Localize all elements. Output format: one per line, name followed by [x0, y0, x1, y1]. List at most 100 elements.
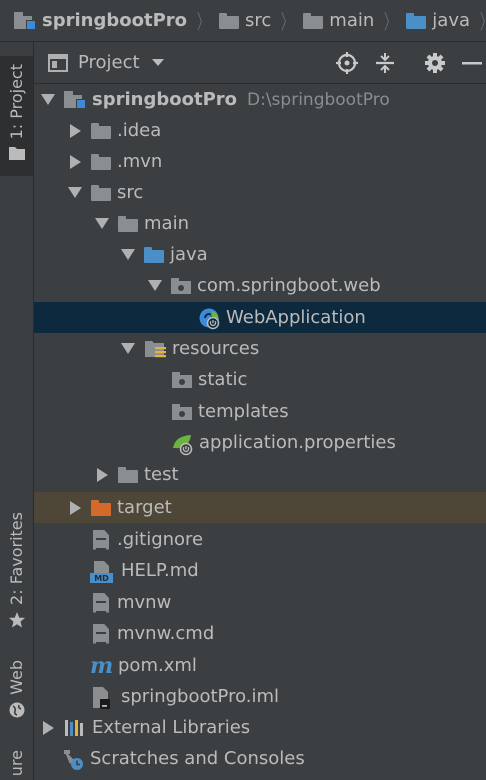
gear-icon[interactable]	[424, 52, 446, 74]
node-label: .mvn	[117, 151, 163, 172]
breadcrumb-label: springbootPro	[42, 10, 188, 31]
favorites-tool-button[interactable]: 2: Favorites	[0, 512, 33, 636]
tree-node-iml[interactable]: springbootPro.iml	[34, 681, 486, 712]
folder-icon	[172, 371, 192, 388]
module-file-icon	[90, 686, 115, 709]
tree-node-project-root[interactable]: springbootPro D:\springbootPro	[34, 84, 486, 115]
package-icon	[171, 277, 191, 294]
tree-node-test[interactable]: test	[34, 459, 486, 490]
node-label: Scratches and Consoles	[90, 748, 305, 769]
node-label: .idea	[117, 120, 162, 141]
expand-toggle-icon[interactable]	[65, 152, 85, 172]
chevron-right-icon: 〉	[197, 10, 210, 34]
md-badge-text: MD	[94, 574, 109, 583]
source-folder-icon	[144, 246, 164, 263]
project-view-icon	[48, 53, 68, 72]
folder-icon	[91, 184, 111, 201]
resources-folder-icon	[144, 338, 166, 360]
breadcrumb-label: src	[245, 10, 272, 31]
favorites-tool-label: 2: Favorites	[7, 512, 26, 605]
text-file-icon	[93, 592, 109, 613]
locate-icon[interactable]	[336, 52, 358, 74]
project-panel-header: Project	[34, 42, 486, 84]
expand-toggle-icon[interactable]	[145, 276, 165, 296]
node-label: resources	[172, 338, 260, 359]
source-folder-icon	[406, 12, 427, 29]
node-label: springbootPro.iml	[121, 686, 280, 707]
breadcrumb-label: java	[432, 10, 470, 31]
project-tool-label: 1: Project	[7, 64, 26, 140]
collapse-all-icon[interactable]	[374, 52, 396, 74]
structure-tool-label: ure	[7, 750, 26, 777]
globe-icon	[9, 702, 24, 718]
tree-node-gitignore[interactable]: .gitignore	[34, 524, 486, 555]
tree-node-templates[interactable]: templates	[34, 396, 486, 427]
tree-node-pom-xml[interactable]: m pom.xml	[34, 650, 486, 681]
node-label: HELP.md	[121, 560, 199, 581]
expand-toggle-icon[interactable]	[65, 498, 85, 518]
node-label: main	[144, 213, 189, 234]
star-icon	[8, 611, 25, 628]
tool-window-stripe: 1: Project 2: Favorites Web ure	[0, 42, 34, 780]
tree-node-target[interactable]: target	[34, 492, 486, 523]
folder-icon	[303, 12, 324, 29]
node-label: WebApplication	[226, 307, 366, 328]
node-label: application.properties	[199, 432, 396, 453]
tree-node-resources[interactable]: resources	[34, 333, 486, 364]
node-label: com.springboot.web	[197, 275, 381, 296]
breadcrumb-item-src[interactable]: src	[219, 10, 271, 31]
tree-node-scratches[interactable]: Scratches and Consoles	[34, 743, 486, 774]
tree-node-static[interactable]: static	[34, 364, 486, 395]
project-path: D:\springbootPro	[247, 89, 390, 110]
tree-node-help-md[interactable]: MD HELP.md	[34, 555, 486, 586]
expand-toggle-icon[interactable]	[118, 245, 138, 265]
tree-node-main[interactable]: main	[34, 208, 486, 239]
structure-tool-button[interactable]: ure	[0, 750, 33, 780]
tree-node-java[interactable]: java	[34, 239, 486, 270]
web-tool-button[interactable]: Web	[0, 660, 33, 726]
node-label: target	[117, 497, 172, 518]
node-label: mvnw.cmd	[117, 623, 215, 644]
expand-toggle-icon[interactable]	[92, 214, 112, 234]
expand-toggle-icon[interactable]	[38, 718, 58, 738]
tree-node-package[interactable]: com.springboot.web	[34, 270, 486, 301]
expand-toggle-icon[interactable]	[92, 465, 112, 485]
breadcrumb-label: main	[329, 10, 375, 31]
folder-icon	[219, 12, 240, 29]
tree-node-application-properties[interactable]: application.properties	[34, 427, 486, 458]
expand-toggle-icon[interactable]	[118, 339, 138, 359]
excluded-folder-icon	[91, 499, 111, 516]
expand-toggle-icon[interactable]	[65, 121, 85, 141]
project-folder-icon	[14, 11, 36, 30]
panel-title: Project	[78, 52, 140, 73]
node-label: pom.xml	[118, 655, 197, 676]
project-folder-icon	[64, 90, 86, 109]
breadcrumb-item-java[interactable]: java	[406, 10, 470, 31]
minimize-icon[interactable]	[460, 52, 482, 74]
breadcrumb: springbootPro 〉 src 〉 main 〉 java 〉 co	[0, 0, 486, 42]
breadcrumb-item-project[interactable]: springbootPro	[14, 10, 187, 31]
expand-toggle-icon[interactable]	[38, 90, 58, 110]
text-file-icon	[93, 529, 109, 550]
scratches-icon	[62, 748, 84, 770]
node-label: test	[144, 464, 179, 485]
node-label: java	[170, 244, 208, 265]
tree-node-idea[interactable]: .idea	[34, 115, 486, 146]
breadcrumb-item-main[interactable]: main	[303, 10, 374, 31]
tree-node-src[interactable]: src	[34, 177, 486, 208]
folder-icon	[91, 122, 111, 139]
node-label: templates	[198, 401, 289, 422]
view-mode-dropdown-icon[interactable]	[151, 59, 164, 66]
tree-node-mvnw-cmd[interactable]: mvnw.cmd	[34, 618, 486, 649]
spring-boot-class-icon	[198, 307, 220, 329]
tree-node-web-application[interactable]: WebApplication	[34, 302, 486, 333]
tree-node-mvn[interactable]: .mvn	[34, 146, 486, 177]
expand-toggle-icon[interactable]	[65, 183, 85, 203]
tree-node-external-libraries[interactable]: External Libraries	[34, 712, 486, 743]
chevron-right-icon: 〉	[281, 10, 294, 34]
project-tool-button[interactable]: 1: Project	[0, 56, 33, 176]
folder-icon	[118, 215, 138, 232]
chevron-right-icon: 〉	[384, 10, 397, 34]
tree-node-mvnw[interactable]: mvnw	[34, 587, 486, 618]
folder-icon	[172, 403, 192, 420]
